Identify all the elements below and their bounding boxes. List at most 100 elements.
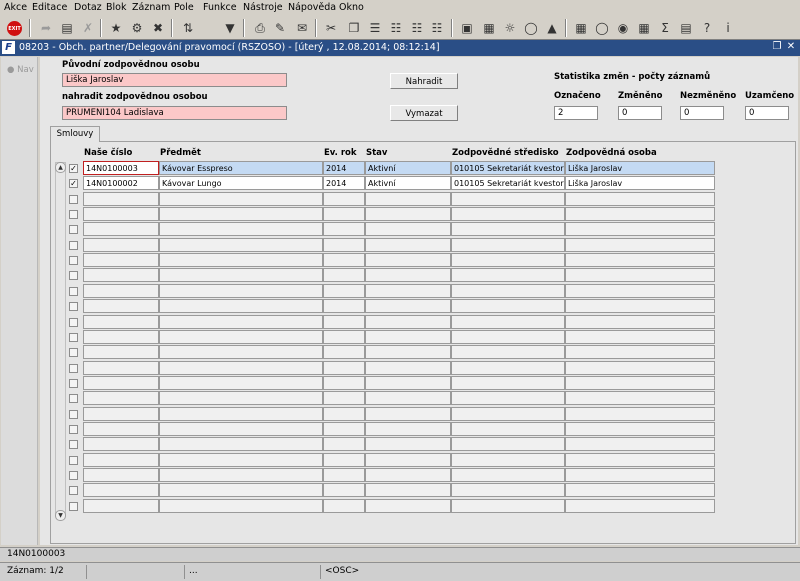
cell-number[interactable] — [83, 499, 159, 513]
cell-year[interactable] — [323, 437, 365, 451]
cell-subject[interactable] — [159, 361, 323, 375]
filter-icon[interactable]: ▼ — [221, 19, 239, 37]
excel-icon[interactable]: ▦ — [635, 19, 653, 37]
cell-number[interactable] — [83, 284, 159, 298]
sum-icon[interactable]: Σ — [656, 19, 674, 37]
cell-center[interactable] — [451, 391, 565, 405]
cell-number[interactable] — [83, 407, 159, 421]
menu-blok[interactable]: Blok — [106, 2, 126, 13]
row-checkbox[interactable] — [69, 241, 78, 250]
cell-subject[interactable] — [159, 207, 323, 221]
stat-locked-field[interactable]: 0 — [745, 106, 789, 120]
cell-center[interactable] — [451, 284, 565, 298]
cell-subject[interactable] — [159, 238, 323, 252]
row-checkbox[interactable] — [69, 271, 78, 280]
calendar-icon[interactable]: ▦ — [480, 19, 498, 37]
cell-year[interactable] — [323, 253, 365, 267]
cell-year[interactable] — [323, 422, 365, 436]
cell-center[interactable] — [451, 468, 565, 482]
cell-number[interactable] — [83, 253, 159, 267]
cell-status[interactable] — [365, 345, 451, 359]
row-checkbox[interactable] — [69, 410, 78, 419]
cell-person[interactable]: Liška Jaroslav — [565, 176, 715, 190]
menu-okno[interactable]: Okno — [339, 2, 364, 13]
cell-year[interactable] — [323, 453, 365, 467]
row-checkbox[interactable] — [69, 348, 78, 357]
settings-icon[interactable]: ▲ — [543, 19, 561, 37]
cell-status[interactable] — [365, 453, 451, 467]
cell-person[interactable] — [565, 253, 715, 267]
cell-person[interactable] — [565, 376, 715, 390]
nav-label[interactable]: ● Nav — [7, 65, 34, 75]
save-icon[interactable]: ➦ — [37, 19, 55, 37]
chat-icon[interactable]: ◯ — [593, 19, 611, 37]
cell-subject[interactable] — [159, 253, 323, 267]
cell-person[interactable] — [565, 207, 715, 221]
cell-center[interactable] — [451, 315, 565, 329]
cell-number[interactable] — [83, 361, 159, 375]
menu-pole[interactable]: Pole — [174, 2, 194, 13]
row-checkbox[interactable] — [69, 379, 78, 388]
cell-subject[interactable] — [159, 315, 323, 329]
cell-center[interactable] — [451, 268, 565, 282]
row-checkbox[interactable] — [69, 471, 78, 480]
cell-status[interactable] — [365, 299, 451, 313]
calculator-icon[interactable]: ☼ — [501, 19, 519, 37]
restore-icon[interactable]: ❐ — [772, 41, 782, 54]
cell-subject[interactable] — [159, 499, 323, 513]
cell-center[interactable] — [451, 299, 565, 313]
cell-subject[interactable] — [159, 437, 323, 451]
cell-number[interactable]: 14N0100002 — [83, 176, 159, 190]
cell-person[interactable] — [565, 483, 715, 497]
cell-center[interactable] — [451, 330, 565, 344]
menu-zaznam[interactable]: Záznam — [132, 2, 170, 13]
row-checkbox[interactable] — [69, 287, 78, 296]
report-icon[interactable]: ▣ — [458, 19, 476, 37]
cell-status[interactable] — [365, 222, 451, 236]
cell-center[interactable]: 010105 Sekretariát kvestorky — [451, 176, 565, 190]
cell-center[interactable] — [451, 422, 565, 436]
cell-year[interactable] — [323, 361, 365, 375]
cell-status[interactable] — [365, 315, 451, 329]
row-checkbox[interactable] — [69, 486, 78, 495]
original-person-field[interactable]: Liška Jaroslav — [62, 73, 287, 87]
cell-number[interactable] — [83, 315, 159, 329]
cell-center[interactable] — [451, 499, 565, 513]
row-checkbox[interactable] — [69, 318, 78, 327]
cell-year[interactable] — [323, 499, 365, 513]
cell-center[interactable] — [451, 361, 565, 375]
cell-person[interactable] — [565, 315, 715, 329]
cell-center[interactable] — [451, 253, 565, 267]
row-checkbox[interactable] — [69, 210, 78, 219]
edit-icon[interactable]: ✎ — [271, 19, 289, 37]
cell-year[interactable] — [323, 222, 365, 236]
cell-person[interactable] — [565, 468, 715, 482]
cell-status[interactable] — [365, 391, 451, 405]
cell-number[interactable] — [83, 268, 159, 282]
disk-icon[interactable]: ◉ — [614, 19, 632, 37]
cell-person[interactable] — [565, 299, 715, 313]
row-checkbox[interactable] — [69, 502, 78, 511]
cell-status[interactable]: Aktivní — [365, 161, 451, 175]
row-checkbox[interactable] — [69, 195, 78, 204]
menu-editace[interactable]: Editace — [32, 2, 67, 13]
cell-number[interactable] — [83, 453, 159, 467]
exit-icon[interactable]: EXIT — [7, 21, 22, 36]
cell-center[interactable]: 010105 Sekretariát kvestorky — [451, 161, 565, 175]
row-checkbox[interactable] — [69, 456, 78, 465]
cell-subject[interactable]: Kávovar Esspreso — [159, 161, 323, 175]
duplicate-icon[interactable]: ☷ — [428, 19, 446, 37]
menu-akce[interactable]: Akce — [4, 2, 27, 13]
cell-person[interactable] — [565, 437, 715, 451]
info-icon[interactable]: i — [719, 19, 737, 37]
cell-number[interactable]: 14N0100003 — [83, 161, 159, 175]
cancel-query-icon[interactable]: ✖ — [149, 19, 167, 37]
cell-year[interactable] — [323, 207, 365, 221]
cell-person[interactable] — [565, 422, 715, 436]
help-icon[interactable]: ? — [698, 19, 716, 37]
cell-person[interactable] — [565, 330, 715, 344]
scroll-down-icon[interactable]: ▼ — [55, 510, 66, 521]
globe-icon[interactable]: ◯ — [522, 19, 540, 37]
row-checkbox[interactable] — [69, 440, 78, 449]
sort-icon[interactable]: ⇅ — [179, 19, 197, 37]
